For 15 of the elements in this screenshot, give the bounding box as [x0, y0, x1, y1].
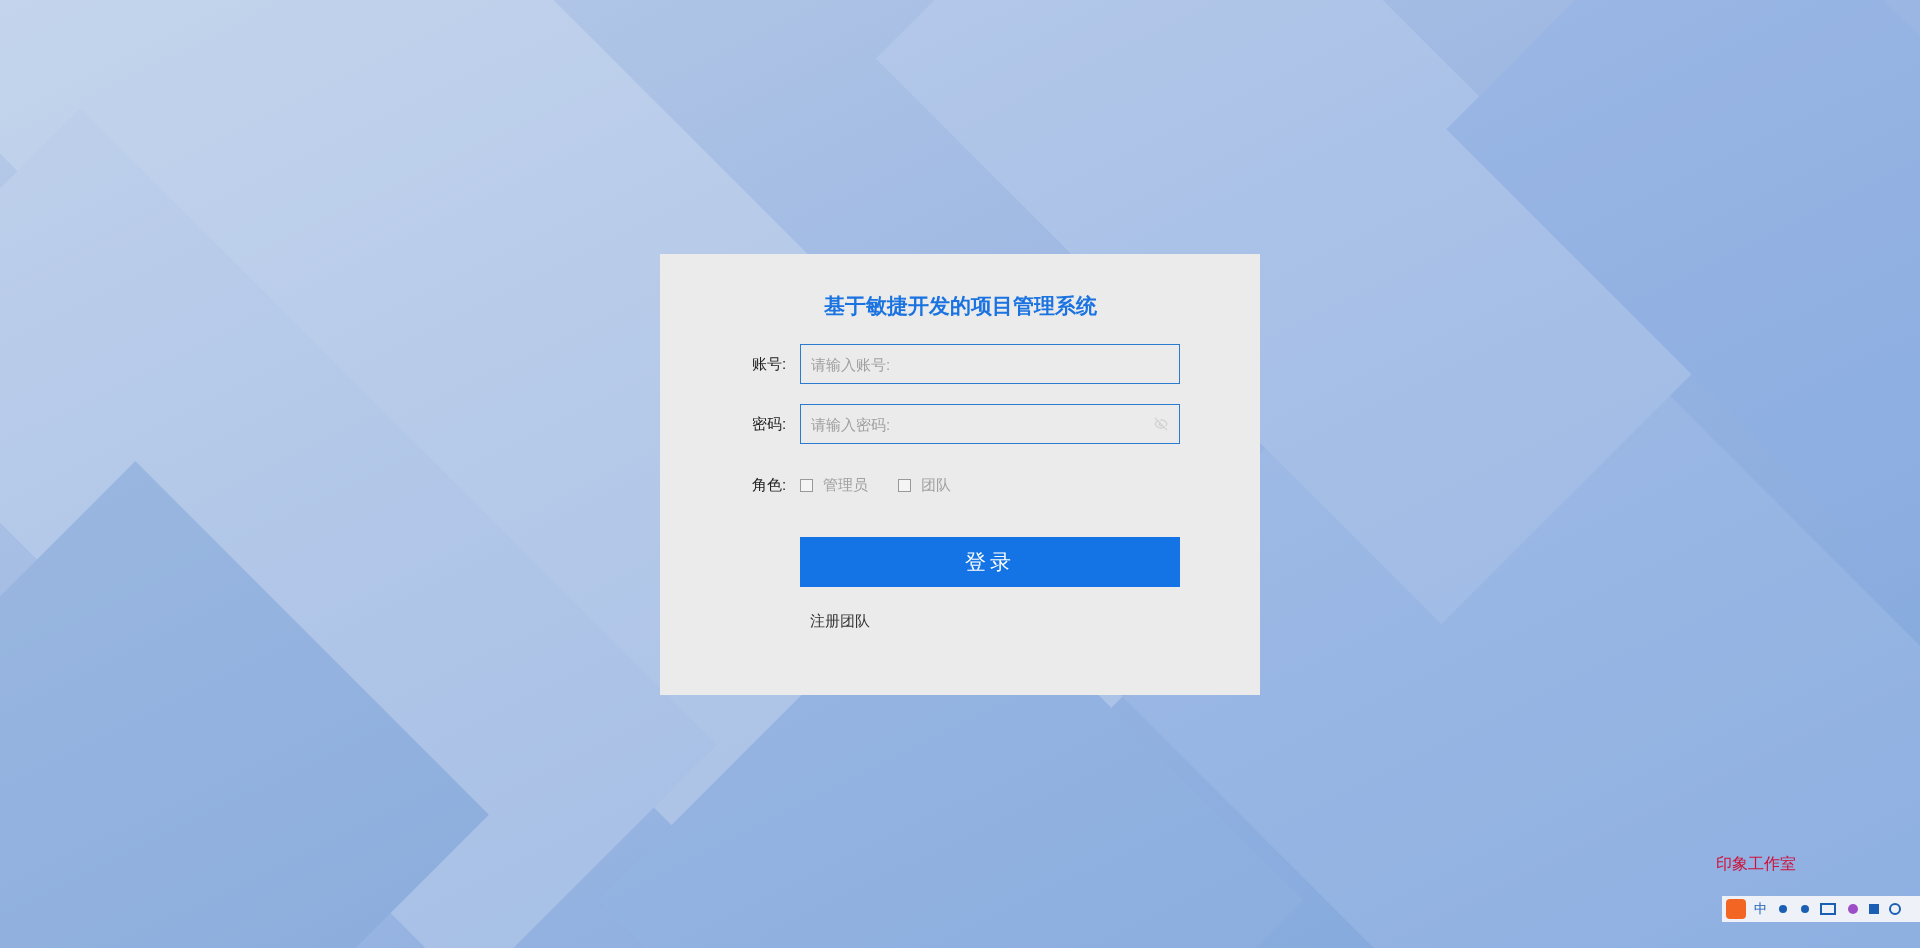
checkbox-label: 管理员 — [823, 475, 868, 495]
ime-logo-icon[interactable] — [1726, 899, 1746, 919]
field-label: 账号: — [752, 353, 788, 374]
register-link[interactable]: 注册团队 — [810, 609, 870, 632]
studio-label: 印象工作室 — [1716, 854, 1796, 874]
checkbox[interactable] — [800, 478, 813, 492]
input-mode-toggle[interactable]: 中 — [1754, 899, 1767, 919]
login-title: 基于敏捷开发的项目管理系统 — [823, 292, 1097, 319]
login-button[interactable]: 登录 — [800, 536, 1180, 587]
field-label: 角色: — [752, 475, 788, 495]
checkbox-label: 团队 — [921, 475, 951, 495]
field-label: 密码: — [752, 413, 788, 434]
checkbox[interactable] — [898, 478, 911, 492]
account-field[interactable]: 请输入账号: — [800, 344, 1180, 384]
password-field[interactable]: 请输入密码: — [800, 404, 1180, 444]
